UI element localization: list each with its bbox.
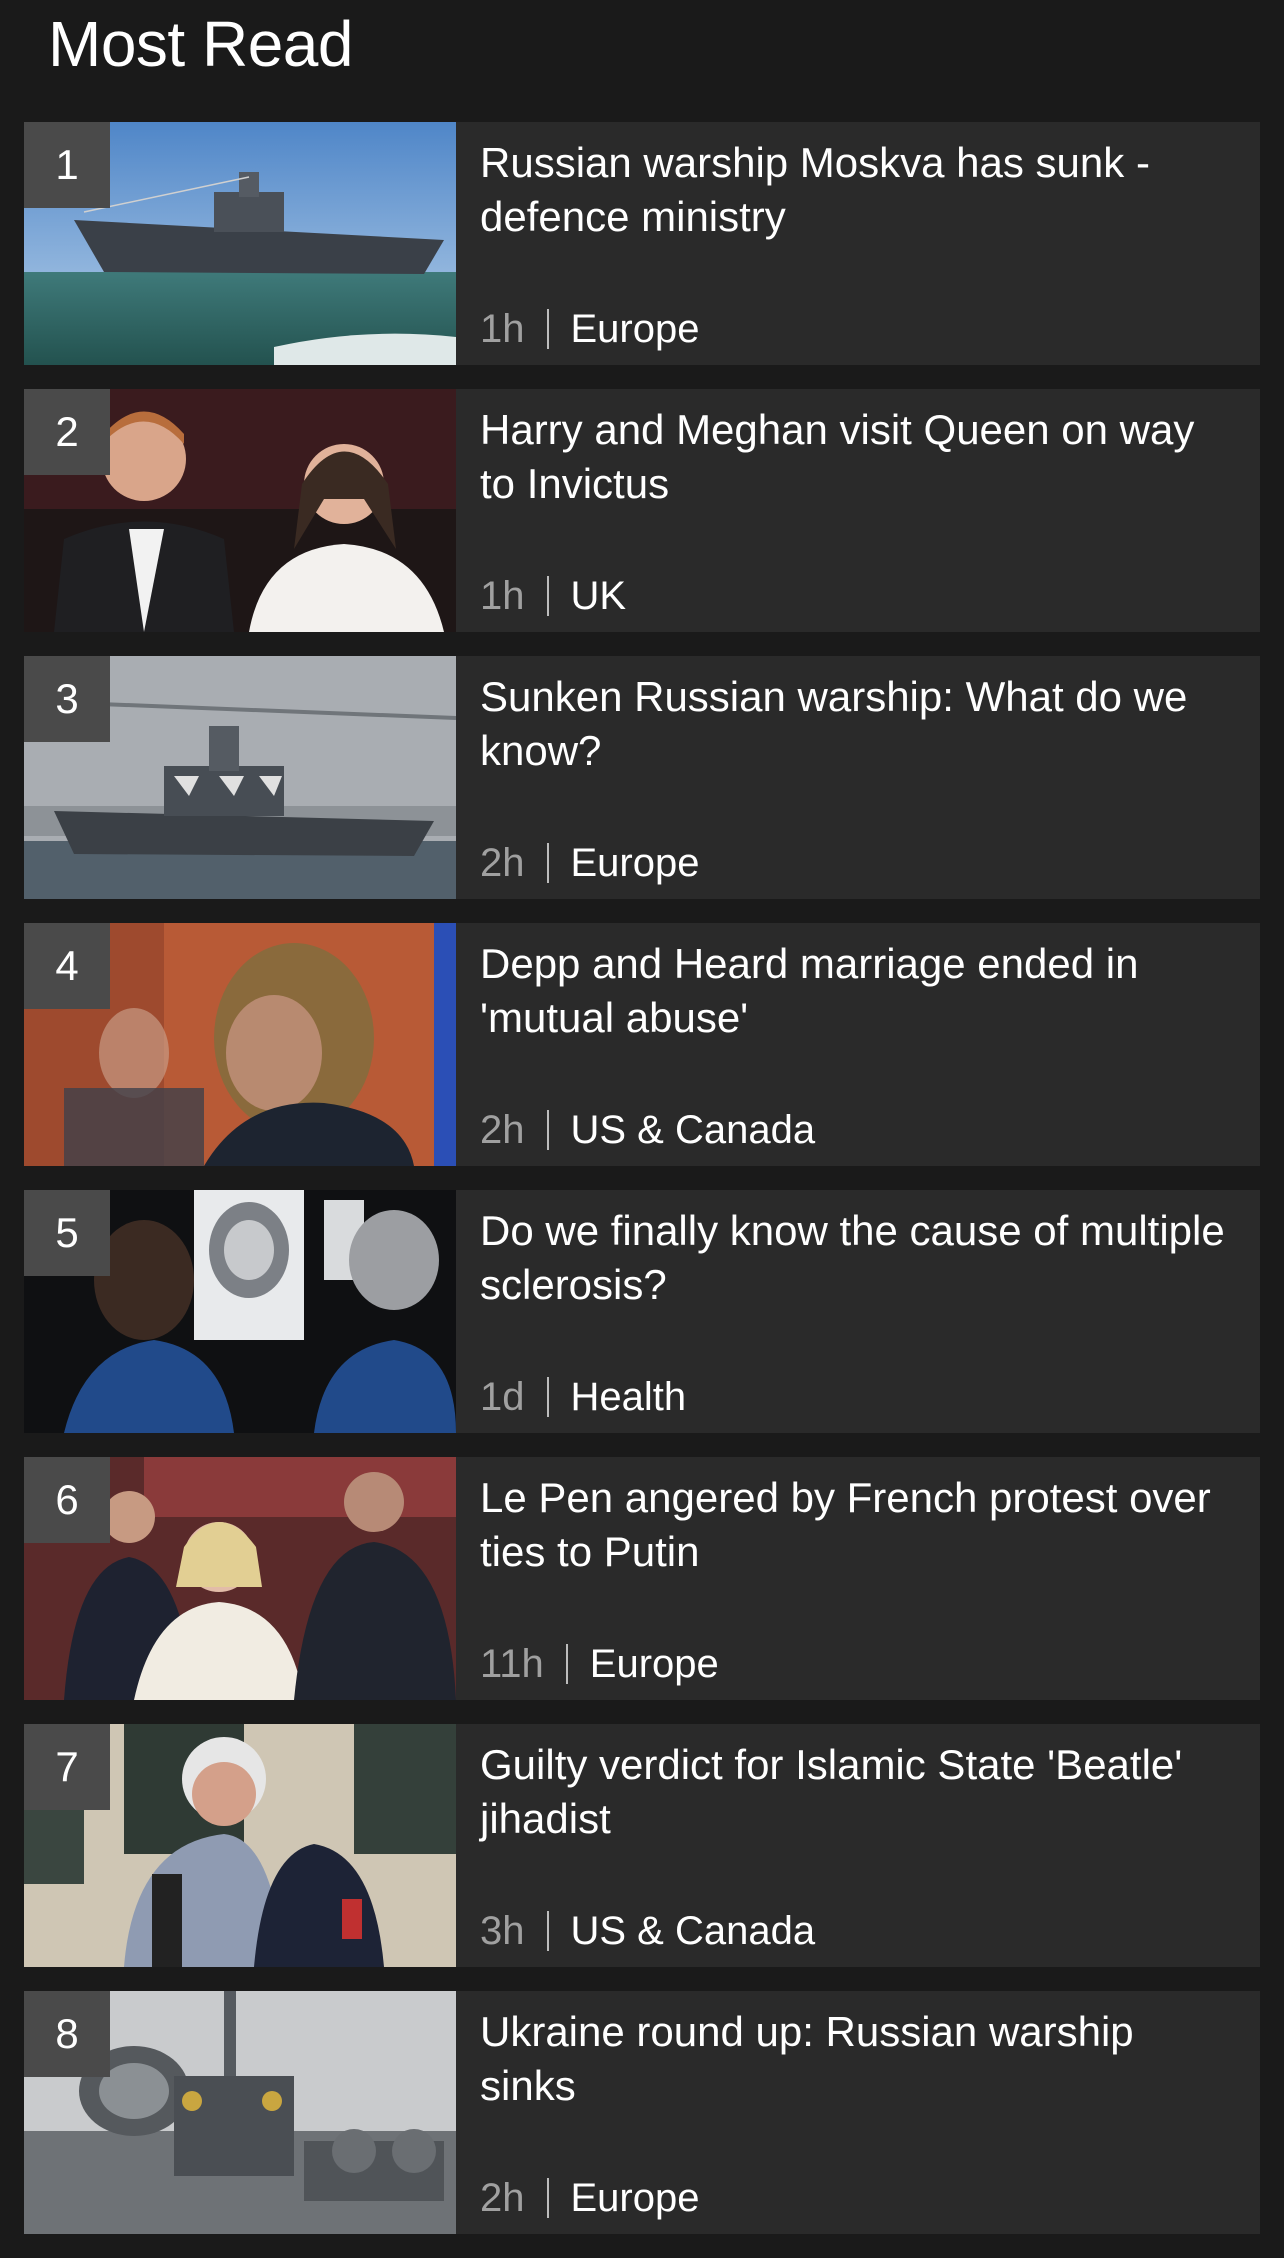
section-link[interactable]: Health xyxy=(571,1372,687,1422)
headline-link[interactable]: Harry and Meghan visit Queen on way to I… xyxy=(480,403,1240,511)
list-item[interactable]: 3 Sunken Russian warship: What do we kno… xyxy=(24,656,1260,899)
headline-link[interactable]: Russian warship Moskva has sunk - defenc… xyxy=(480,136,1240,244)
page-title: Most Read xyxy=(48,8,353,80)
item-meta: 2h US & Canada xyxy=(480,1105,815,1155)
rank-badge: 7 xyxy=(24,1724,110,1810)
rank-badge: 1 xyxy=(24,122,110,208)
timestamp: 11h xyxy=(480,1642,544,1686)
headline-link[interactable]: Le Pen angered by French protest over ti… xyxy=(480,1471,1240,1579)
list-item[interactable]: 6 Le Pen angered by French protest over … xyxy=(24,1457,1260,1700)
item-meta: 11h Europe xyxy=(480,1639,719,1689)
royal-couple-photo[interactable]: 2 xyxy=(24,389,456,632)
section-link[interactable]: US & Canada xyxy=(571,1906,816,1956)
headline-link[interactable]: Sunken Russian warship: What do we know? xyxy=(480,670,1240,778)
ship-deck-photo[interactable]: 8 xyxy=(24,1991,456,2234)
politician-crowd-photo[interactable]: 6 xyxy=(24,1457,456,1700)
section-link[interactable]: UK xyxy=(571,571,627,621)
headline-link[interactable]: Depp and Heard marriage ended in 'mutual… xyxy=(480,937,1240,1045)
item-meta: 2h Europe xyxy=(480,838,699,888)
rank-badge: 3 xyxy=(24,656,110,742)
meta-divider xyxy=(546,309,549,349)
headline-link[interactable]: Do we finally know the cause of multiple… xyxy=(480,1204,1240,1312)
timestamp: 1h xyxy=(480,574,525,618)
timestamp: 3h xyxy=(480,1909,525,1953)
rank-badge: 8 xyxy=(24,1991,110,2077)
rank-badge: 2 xyxy=(24,389,110,475)
rank-badge: 4 xyxy=(24,923,110,1009)
most-read-list: 1 Russian warship Moskva has sunk - defe… xyxy=(24,122,1260,2258)
list-item[interactable]: 2 Harry and Meghan visit Queen on way to… xyxy=(24,389,1260,632)
timestamp: 2h xyxy=(480,841,525,885)
list-item[interactable]: 7 Guilty verdict for Islamic State 'Beat… xyxy=(24,1724,1260,1967)
warship-bridge-photo[interactable]: 3 xyxy=(24,656,456,899)
item-meta: 1d Health xyxy=(480,1372,686,1422)
courtroom-photo[interactable]: 4 xyxy=(24,923,456,1166)
meta-divider xyxy=(546,576,549,616)
meta-divider xyxy=(565,1644,568,1684)
item-meta: 3h US & Canada xyxy=(480,1906,815,1956)
timestamp: 2h xyxy=(480,1108,525,1152)
embrace-photo[interactable]: 7 xyxy=(24,1724,456,1967)
list-item[interactable]: 5 Do we finally know the cause of multip… xyxy=(24,1190,1260,1433)
item-meta: 1h UK xyxy=(480,571,626,621)
warship-photo[interactable]: 1 xyxy=(24,122,456,365)
meta-divider xyxy=(546,2178,549,2218)
rank-badge: 5 xyxy=(24,1190,110,1276)
section-link[interactable]: US & Canada xyxy=(571,1105,816,1155)
list-item[interactable]: 1 Russian warship Moskva has sunk - defe… xyxy=(24,122,1260,365)
headline-link[interactable]: Guilty verdict for Islamic State 'Beatle… xyxy=(480,1738,1240,1846)
section-link[interactable]: Europe xyxy=(571,838,700,888)
meta-divider xyxy=(546,1110,549,1150)
timestamp: 1d xyxy=(480,1375,525,1419)
list-item[interactable]: 8 Ukraine round up: Russian warship sink… xyxy=(24,1991,1260,2234)
timestamp: 2h xyxy=(480,2176,525,2220)
section-link[interactable]: Europe xyxy=(571,2173,700,2223)
item-meta: 1h Europe xyxy=(480,304,699,354)
meta-divider xyxy=(546,843,549,883)
headline-link[interactable]: Ukraine round up: Russian warship sinks xyxy=(480,2005,1240,2113)
meta-divider xyxy=(546,1911,549,1951)
timestamp: 1h xyxy=(480,307,525,351)
section-link[interactable]: Europe xyxy=(590,1639,719,1689)
rank-badge: 6 xyxy=(24,1457,110,1543)
brain-scan-photo[interactable]: 5 xyxy=(24,1190,456,1433)
item-meta: 2h Europe xyxy=(480,2173,699,2223)
section-link[interactable]: Europe xyxy=(571,304,700,354)
list-item[interactable]: 4 Depp and Heard marriage ended in 'mutu… xyxy=(24,923,1260,1166)
meta-divider xyxy=(546,1377,549,1417)
